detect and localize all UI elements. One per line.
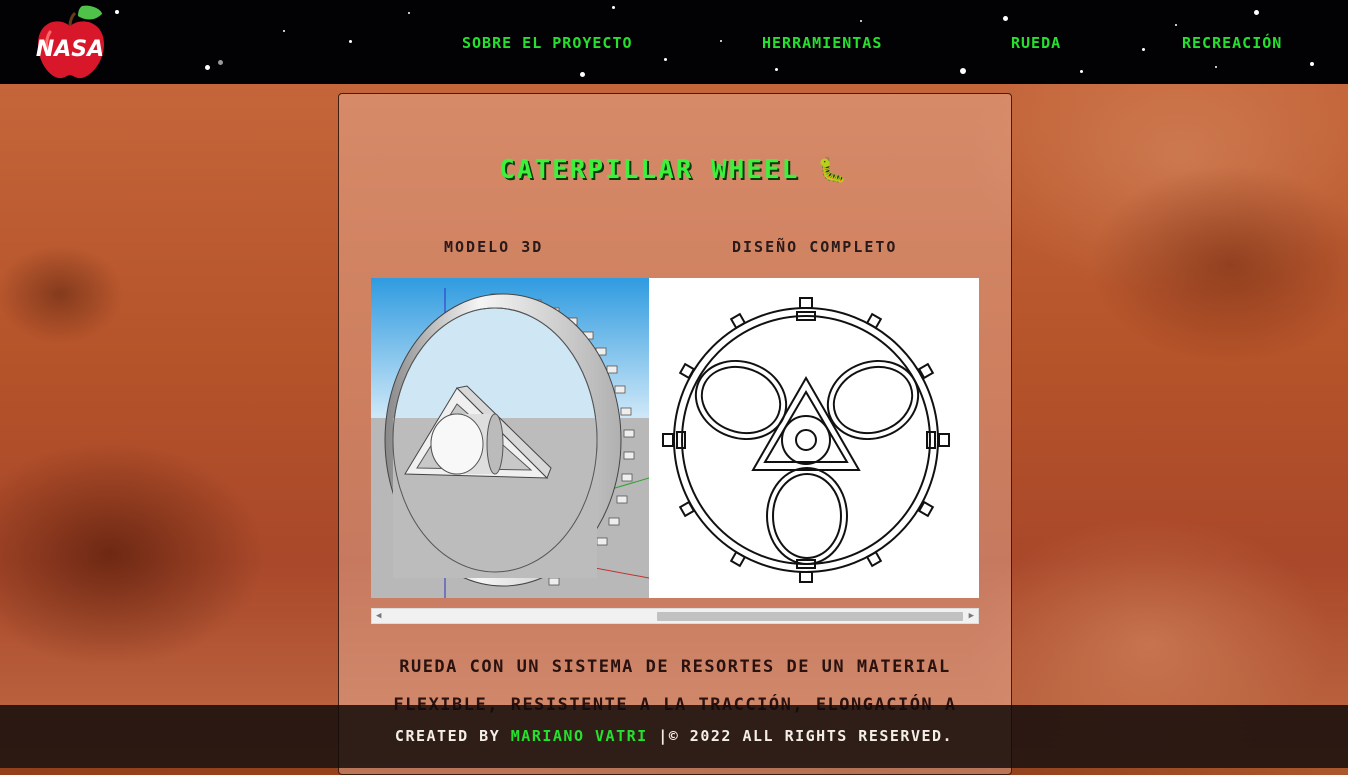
star bbox=[1310, 62, 1314, 66]
star bbox=[408, 12, 410, 14]
star bbox=[218, 60, 223, 65]
wheel-3d-model-image bbox=[371, 278, 649, 598]
star bbox=[960, 68, 966, 74]
star bbox=[349, 40, 352, 43]
star bbox=[1215, 66, 1217, 68]
caption-modelo-3d: Modelo 3D bbox=[444, 238, 544, 256]
star bbox=[860, 20, 862, 22]
image-gallery[interactable] bbox=[371, 278, 979, 598]
nav-item-herramientas[interactable]: Herramientas bbox=[762, 34, 882, 52]
star bbox=[1003, 16, 1008, 21]
star bbox=[580, 72, 585, 77]
top-navbar: NASA Sobre el proyecto Herramientas Rued… bbox=[0, 0, 1348, 84]
wheel-complete-design-image bbox=[649, 278, 979, 598]
nasa-apple-logo[interactable]: NASA bbox=[32, 4, 108, 80]
star bbox=[1175, 24, 1177, 26]
page-title-text: Caterpillar wheel bbox=[499, 155, 800, 185]
nav-item-sobre-el-proyecto[interactable]: Sobre el proyecto bbox=[462, 34, 633, 52]
star bbox=[205, 65, 210, 70]
star bbox=[612, 6, 615, 9]
nav-item-rueda[interactable]: Rueda bbox=[1011, 34, 1061, 52]
star bbox=[720, 40, 722, 42]
scroll-left-arrow-icon[interactable]: ◀ bbox=[376, 611, 381, 621]
star bbox=[115, 10, 119, 14]
footer-copyright: |© 2022 All rights reserved. bbox=[658, 727, 954, 745]
star bbox=[1254, 10, 1259, 15]
star bbox=[664, 58, 667, 61]
scrollbar-thumb[interactable] bbox=[657, 612, 963, 621]
caterpillar-icon: 🐛 bbox=[816, 156, 849, 184]
footer-credit: Created by Mariano Vatri |© 2022 All rig… bbox=[0, 727, 1348, 745]
logo-text: NASA bbox=[36, 37, 104, 62]
footer-prefix: Created by bbox=[394, 727, 501, 745]
gallery-scrollbar[interactable]: ◀ ▶ bbox=[371, 608, 979, 624]
star bbox=[1142, 48, 1145, 51]
author-link[interactable]: Mariano Vatri bbox=[511, 727, 648, 745]
footer: Created by Mariano Vatri |© 2022 All rig… bbox=[0, 705, 1348, 768]
scroll-right-arrow-icon[interactable]: ▶ bbox=[969, 611, 974, 621]
caption-diseno-completo: Diseño completo bbox=[732, 238, 898, 256]
star bbox=[775, 68, 778, 71]
page-title: Caterpillar wheel 🐛 bbox=[0, 155, 1348, 185]
star bbox=[283, 30, 285, 32]
nav-item-recreacion[interactable]: Recreación bbox=[1182, 34, 1282, 52]
star bbox=[1080, 70, 1083, 73]
